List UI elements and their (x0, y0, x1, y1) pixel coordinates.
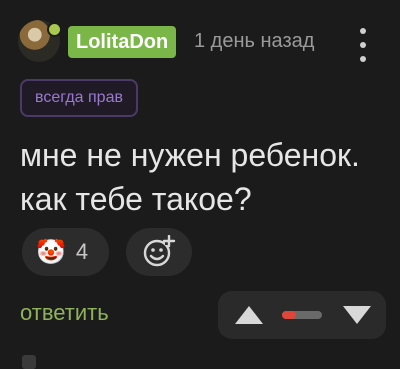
more-vertical-icon[interactable] (356, 28, 370, 62)
comment-text: мне не нужен ребенок. как тебе такое? (20, 133, 390, 221)
comment-time: 1 день назад (194, 30, 315, 52)
online-status-dot (47, 22, 62, 37)
reaction-count: 4 (75, 239, 89, 264)
triangle-down-icon[interactable] (342, 305, 372, 325)
comment-text-line: как тебе такое? (20, 181, 252, 217)
reaction-chip[interactable]: 🤡 4 (22, 228, 109, 276)
rating-bar-negative-fill (282, 311, 296, 319)
avatar[interactable] (18, 20, 62, 62)
triangle-up-icon[interactable] (234, 305, 264, 325)
vote-box (218, 291, 386, 339)
add-reaction-icon (143, 235, 176, 267)
clown-emoji: 🤡 (36, 238, 66, 266)
add-reaction-button[interactable] (126, 228, 192, 276)
reply-button[interactable]: ответить (20, 300, 109, 326)
next-comment-edge (22, 355, 36, 369)
comment-text-line: мне не нужен ребенок. (20, 137, 360, 173)
rating-bar (282, 311, 322, 319)
user-tag: всегда прав (20, 79, 138, 117)
author-name[interactable]: LolitaDon (68, 26, 177, 58)
